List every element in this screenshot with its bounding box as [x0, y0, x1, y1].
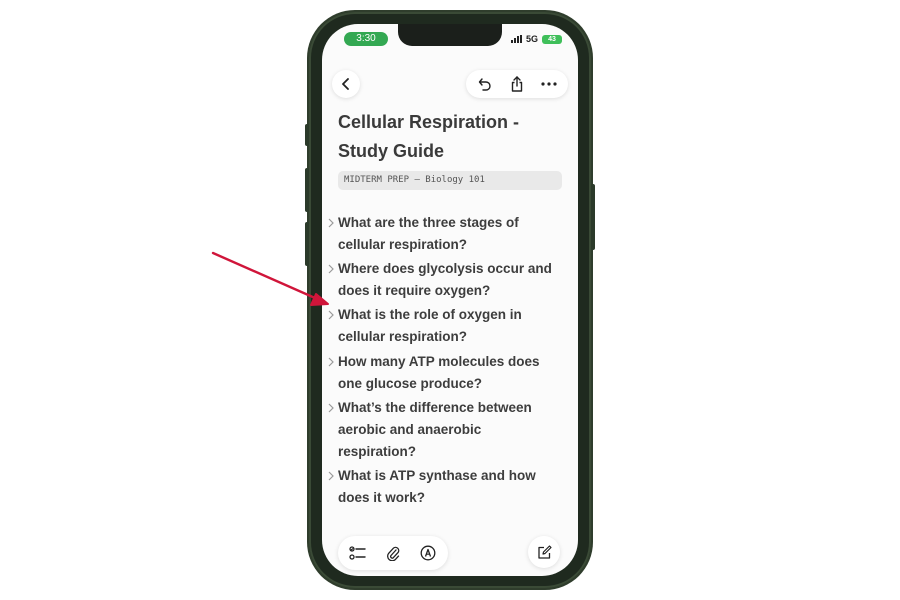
chevron-right-icon[interactable]	[327, 471, 336, 481]
phone-frame: 3:30 5G 43 Cellular Respiration - Study …	[305, 12, 595, 588]
share-button[interactable]	[502, 70, 532, 98]
markup-button[interactable]	[412, 536, 444, 570]
silent-switch	[305, 124, 309, 146]
question-line: one glucose produce?	[338, 376, 483, 391]
compose-button[interactable]	[528, 536, 560, 568]
chevron-right-icon[interactable]	[327, 357, 336, 367]
phone-screen: 3:30 5G 43 Cellular Respiration - Study …	[322, 24, 578, 576]
question-line: does it require oxygen?	[338, 283, 491, 298]
list-item[interactable]: What is ATP synthase and how does it wor…	[328, 465, 568, 509]
checklist-button[interactable]	[342, 536, 374, 570]
battery-icon: 43	[542, 34, 562, 44]
share-icon	[511, 76, 523, 92]
question-line: cellular respiration?	[338, 237, 468, 252]
chevron-right-icon[interactable]	[327, 403, 336, 413]
status-time: 3:30	[344, 32, 388, 46]
undo-button[interactable]	[470, 70, 500, 98]
attach-button[interactable]	[377, 536, 409, 570]
question-line: respiration?	[338, 444, 417, 459]
chevron-left-icon	[342, 78, 349, 90]
note-tag[interactable]: MIDTERM PREP — Biology 101	[338, 171, 562, 190]
question-line: What are the three stages of	[338, 215, 519, 230]
note-title[interactable]: Cellular Respiration - Study Guide	[338, 108, 558, 166]
list-item[interactable]: What is the role of oxygen in cellular r…	[328, 304, 568, 348]
paperclip-icon	[387, 546, 400, 561]
question-line: What is the role of oxygen in	[338, 307, 522, 322]
back-button[interactable]	[332, 70, 360, 98]
power-button	[591, 184, 595, 250]
chevron-right-icon[interactable]	[327, 310, 336, 320]
more-horizontal-icon	[541, 82, 557, 86]
question-line: Where does glycolysis occur and	[338, 261, 552, 276]
volume-up-button	[305, 168, 309, 212]
list-item[interactable]: What are the three stages of cellular re…	[328, 212, 568, 256]
battery-level: 43	[548, 35, 556, 43]
more-button[interactable]	[534, 70, 564, 98]
status-indicators: 5G 43	[510, 32, 562, 46]
checklist-icon	[349, 546, 366, 560]
question-line: does it work?	[338, 490, 426, 505]
compose-icon	[537, 544, 552, 559]
question-line: aerobic and anaerobic	[338, 422, 482, 437]
question-line: cellular respiration?	[338, 329, 468, 344]
question-line: What is ATP synthase and how	[338, 468, 536, 483]
question-line: How many ATP molecules does	[338, 354, 540, 369]
question-line: What’s the difference between	[338, 400, 532, 415]
chevron-right-icon[interactable]	[327, 218, 336, 228]
network-type: 5G	[525, 34, 538, 44]
list-item[interactable]: What’s the difference between aerobic an…	[328, 397, 568, 463]
undo-icon	[478, 78, 491, 91]
list-item[interactable]: Where does glycolysis occur and does it …	[328, 258, 568, 302]
list-item[interactable]: How many ATP molecules does one glucose …	[328, 351, 568, 395]
bottom-toolbar	[338, 536, 448, 570]
top-actions	[466, 70, 568, 98]
volume-down-button	[305, 222, 309, 266]
notch	[398, 24, 502, 46]
signal-icon	[510, 35, 522, 43]
page: 3:30 5G 43 Cellular Respiration - Study …	[0, 0, 900, 600]
markup-pen-icon	[420, 545, 436, 561]
chevron-right-icon[interactable]	[327, 264, 336, 274]
